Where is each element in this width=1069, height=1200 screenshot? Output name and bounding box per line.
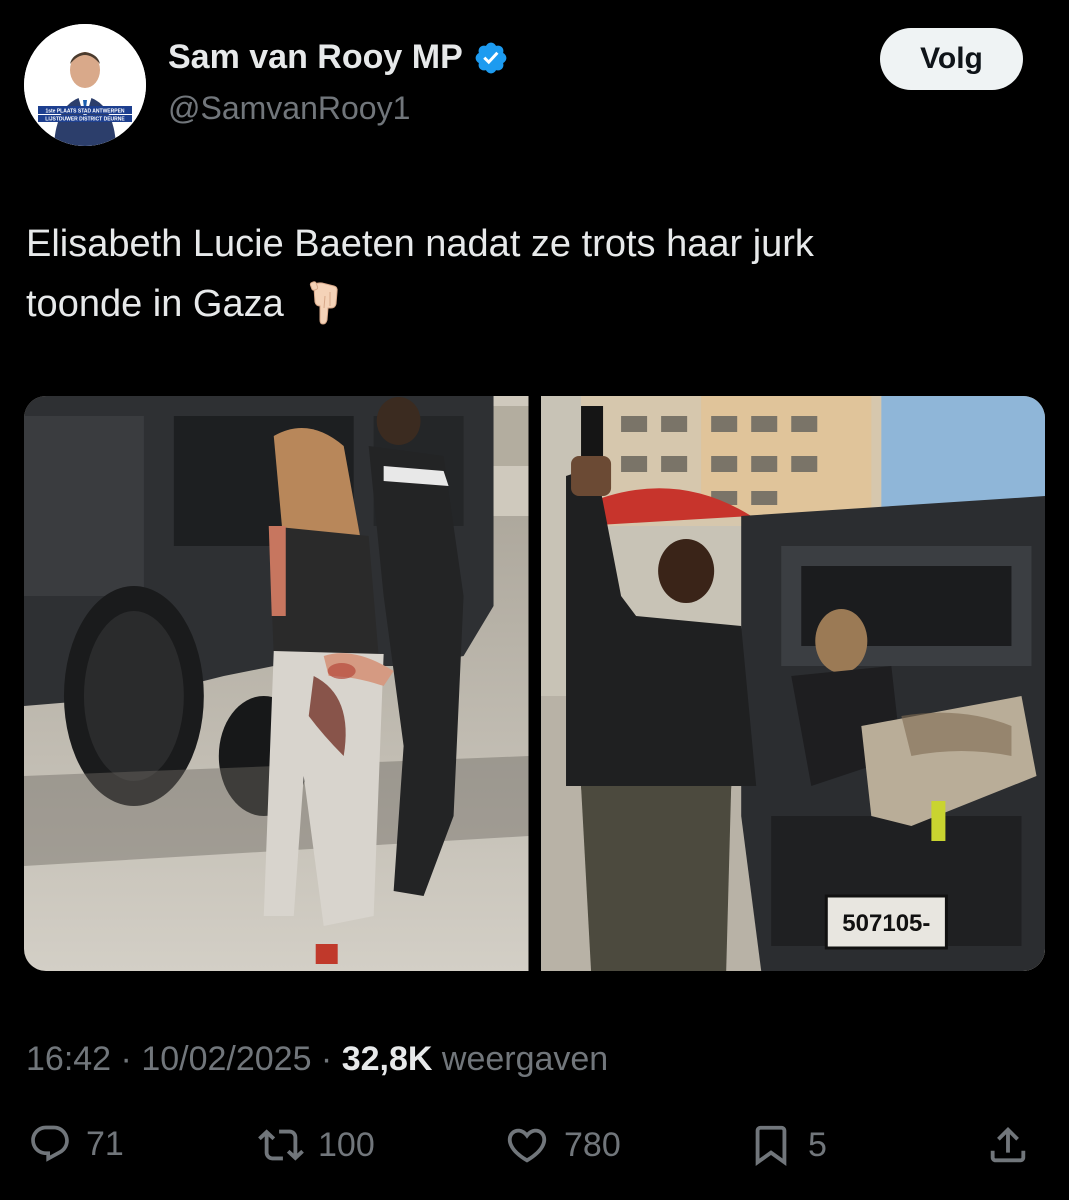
meta-separator-1: · (111, 1040, 142, 1078)
views-count: 32,8K (341, 1040, 433, 1078)
tweet-text-line-1: Elisabeth Lucie Baeten nadat ze trots ha… (26, 223, 814, 265)
reply-button[interactable]: 71 (28, 1122, 124, 1166)
tweet-date[interactable]: 10/02/2025 (141, 1040, 311, 1078)
repost-icon (258, 1129, 304, 1161)
action-bar: 71 100 780 5 (0, 1122, 1069, 1182)
tweet-text-line-2-content: toonde in Gaza (26, 283, 284, 325)
follow-button[interactable]: Volg (880, 28, 1023, 90)
verified-badge-icon (475, 42, 507, 73)
author-display-name[interactable]: Sam van Rooy MP (168, 38, 463, 77)
media-grid: 507105- (24, 396, 1045, 971)
tweet-time[interactable]: 16:42 (26, 1040, 111, 1078)
avatar-banner-line1: 1ste PLAATS STAD ANTWERPEN (45, 109, 124, 115)
tweet-text: Elisabeth Lucie Baeten nadat ze trots ha… (26, 214, 1026, 334)
views-label: weergaven (432, 1040, 609, 1078)
author-handle[interactable]: @SamvanRooy1 (168, 90, 410, 127)
like-count: 780 (564, 1125, 621, 1164)
bookmark-count: 5 (808, 1125, 827, 1164)
reply-count: 71 (86, 1124, 124, 1163)
avatar-banner-line2: LIJSTDUWER DISTRICT DEURNE (45, 117, 125, 123)
tweet-card: 1ste PLAATS STAD ANTWERPEN LIJSTDUWER DI… (0, 0, 1069, 1200)
backhand-index-pointing-down-icon (309, 281, 338, 325)
repost-count: 100 (318, 1125, 375, 1164)
media-photo-1[interactable] (24, 396, 529, 971)
tweet-meta: 16:42 · 10/02/2025 · 32,8K weergaven (26, 1040, 608, 1079)
photo-woman-seated-in-jeep: 507105- (540, 396, 1045, 971)
tweet-text-line-2: toonde in Gaza (26, 274, 1026, 334)
author-name-row[interactable]: Sam van Rooy MP (168, 38, 509, 77)
share-button[interactable] (985, 1122, 1031, 1168)
meta-separator-2: · (311, 1040, 342, 1078)
license-plate-text: 507105- (842, 910, 930, 937)
reply-icon (31, 1125, 69, 1162)
share-icon (990, 1126, 1026, 1163)
heart-icon (507, 1128, 547, 1163)
bookmark-button[interactable]: 5 (748, 1122, 827, 1168)
bookmark-icon (755, 1125, 787, 1166)
media-photo-2[interactable]: 507105- (540, 396, 1045, 971)
photo-woman-handcuffed-by-jeep (24, 396, 529, 971)
like-button[interactable]: 780 (504, 1122, 621, 1168)
repost-button[interactable]: 100 (258, 1122, 375, 1168)
author-avatar[interactable]: 1ste PLAATS STAD ANTWERPEN LIJSTDUWER DI… (24, 24, 146, 146)
